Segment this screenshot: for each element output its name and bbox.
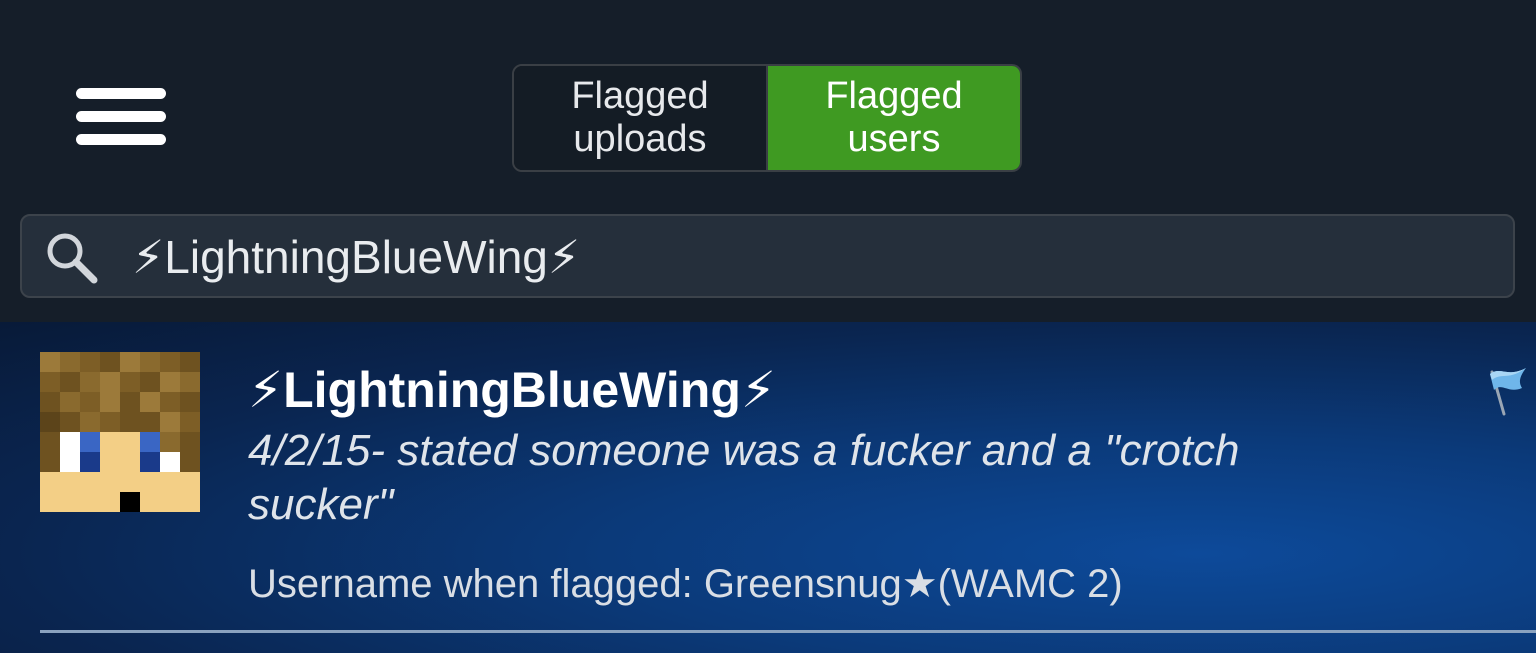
flagged-uploads-tab[interactable]: Flagged uploads [514,66,766,170]
avatar-pixel [60,432,80,452]
avatar-pixel [140,432,160,452]
avatar-pixel [180,472,200,492]
avatar-pixel [80,412,100,432]
avatar-pixel [40,492,60,512]
avatar-pixel [100,492,120,512]
avatar-pixel [40,432,60,452]
avatar-pixel [80,472,100,492]
avatar-pixel [40,452,60,472]
results-list: ⚡LightningBlueWing⚡ 4/2/15- stated someo… [0,322,1536,653]
username: ⚡LightningBlueWing⚡ [248,362,776,418]
avatar-pixel [180,352,200,372]
avatar-pixel [40,472,60,492]
avatar-pixel [120,452,140,472]
row-divider [40,630,1536,633]
avatar-pixel [160,392,180,412]
avatar-pixel [40,372,60,392]
avatar-pixel [60,492,80,512]
avatar-pixel [100,472,120,492]
hamburger-menu-icon[interactable] [76,88,166,146]
avatar-pixel [180,432,200,452]
avatar-pixel [160,492,180,512]
avatar-pixel [140,352,160,372]
avatar-pixel [120,412,140,432]
avatar-pixel [120,392,140,412]
avatar-pixel [140,372,160,392]
search-input[interactable]: ⚡LightningBlueWing⚡ [132,230,580,284]
flag-type-segmented-control: Flagged uploads Flagged users [512,64,1022,172]
flagged-user-row[interactable]: ⚡LightningBlueWing⚡ 4/2/15- stated someo… [0,322,1536,634]
avatar-pixel [80,352,100,372]
avatar-pixel [100,372,120,392]
avatar-pixel [140,492,160,512]
flag-icon[interactable] [1482,364,1530,416]
avatar-pixel [40,392,60,412]
avatar-pixel [80,492,100,512]
avatar-pixel [160,412,180,432]
avatar-pixel [180,492,200,512]
avatar [40,352,200,512]
avatar-pixel [60,472,80,492]
avatar-pixel [60,392,80,412]
flag-reason: 4/2/15- stated someone was a fucker and … [248,426,1240,529]
flagged-users-tab[interactable]: Flagged users [766,66,1020,170]
avatar-pixel [160,472,180,492]
avatar-pixel [100,392,120,412]
avatar-pixel [140,412,160,432]
avatar-pixel [80,392,100,412]
avatar-pixel [100,412,120,432]
avatar-pixel [120,372,140,392]
avatar-pixel [180,412,200,432]
avatar-pixel [40,352,60,372]
avatar-pixel [80,452,100,472]
avatar-pixel [120,492,140,512]
avatar-pixel [120,472,140,492]
avatar-pixel [60,372,80,392]
avatar-pixel [180,452,200,472]
search-icon [47,233,98,284]
search-bar[interactable]: ⚡LightningBlueWing⚡ [20,214,1515,298]
avatar-pixel [120,352,140,372]
avatar-pixel [160,432,180,452]
avatar-pixel [180,392,200,412]
avatar-pixel [100,352,120,372]
avatar-pixel [160,372,180,392]
avatar-pixel [80,372,100,392]
avatar-pixel [160,352,180,372]
avatar-pixel [60,452,80,472]
avatar-pixel [100,432,120,452]
avatar-pixel [100,452,120,472]
avatar-pixel [140,392,160,412]
avatar-pixel [80,432,100,452]
top-bar: Flagged uploads Flagged users ⚡Lightning… [0,0,1536,322]
avatar-pixel [40,412,60,432]
username-when-flagged: Username when flagged: Greensnug★(WAMC 2… [248,562,1123,606]
avatar-pixel [140,472,160,492]
avatar-pixel [140,452,160,472]
avatar-pixel [160,452,180,472]
avatar-pixel [60,352,80,372]
avatar-pixel [60,412,80,432]
avatar-pixel [120,432,140,452]
avatar-pixel [180,372,200,392]
